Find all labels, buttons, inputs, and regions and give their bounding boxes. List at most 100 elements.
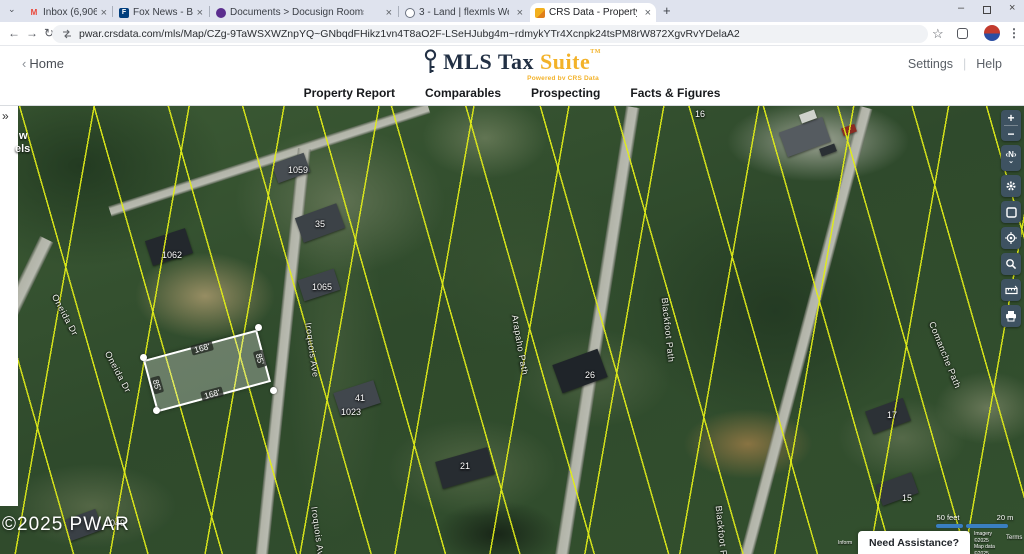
target-icon (1005, 232, 1017, 244)
draw-rectangle-button[interactable] (1001, 201, 1021, 223)
close-tab-icon[interactable]: × (517, 7, 523, 19)
browser-toolbar: ← → ↻ pwar.crsdata.com/mls/Map/CZg-9TaWS… (0, 22, 1024, 46)
tab-crs-data-active[interactable]: CRS Data - Property Map for In × (530, 3, 656, 22)
zoom-out-button[interactable]: − (1001, 126, 1021, 141)
tab-divider (112, 6, 113, 17)
parcel-corner-dot (140, 354, 147, 361)
parcel-number: 1059 (288, 165, 308, 175)
compass-caret-icon: ⌄ (1008, 158, 1014, 165)
window-close-button[interactable]: × (1009, 2, 1015, 14)
close-tab-icon[interactable]: × (197, 7, 203, 19)
docusign-icon (216, 8, 226, 18)
tab-docusign[interactable]: Documents > Docusign Rooms × (211, 3, 397, 22)
key-icon (423, 49, 438, 75)
need-assistance-button[interactable]: Need Assistance? (858, 531, 970, 554)
map-settings-button[interactable] (1001, 175, 1021, 197)
ruler-icon (1005, 285, 1018, 296)
attribution-line: Map data ©2025 (974, 544, 1004, 554)
mls-tax-suite-logo: MLS Tax SuiteTMPowered by CRS Data (0, 49, 1024, 75)
logo-wordmark: MLS Tax SuiteTMPowered by CRS Data (443, 49, 601, 75)
print-button[interactable] (1001, 305, 1021, 327)
forward-icon[interactable]: → (26, 26, 38, 40)
logo-suite: Suite (540, 49, 590, 74)
parcel-number: 16 (695, 109, 705, 119)
window-maximize-button[interactable] (983, 6, 991, 14)
parcel-number: 41 (355, 393, 365, 403)
header-divider: | (963, 57, 966, 71)
parcel-number: 1065 (312, 282, 332, 292)
expand-panel-icon[interactable]: » (2, 109, 9, 123)
radius-tool-button[interactable] (1001, 227, 1021, 249)
flexmls-icon (405, 8, 415, 18)
close-tab-icon[interactable]: × (386, 7, 392, 19)
fox-news-icon: F (119, 8, 129, 18)
back-icon[interactable]: ← (8, 26, 20, 40)
browser-tab-strip: ⌄ M Inbox (6,906) - dave@lakeregi × F Fo… (0, 0, 1024, 22)
window-minimize-button[interactable]: – (958, 2, 964, 14)
tab-title: Documents > Docusign Rooms (230, 7, 364, 18)
need-assistance-label: Need Assistance? (869, 537, 959, 549)
scale-meters-label: 20 m (997, 513, 1014, 522)
parcel-number: 26 (585, 370, 595, 380)
site-permissions-icon (62, 29, 72, 39)
gear-icon (1005, 180, 1017, 192)
app-header: ‹Home MLS Tax SuiteTMPowered by CRS Data… (0, 46, 1024, 80)
crs-data-icon (535, 8, 545, 18)
tab-title: Inbox (6,906) - dave@lakeregi (43, 7, 97, 18)
tab-divider (398, 6, 399, 17)
parcel-number: 15 (902, 493, 912, 503)
header-right: Settings | Help (908, 57, 1002, 71)
tab-flexmls[interactable]: 3 - Land | flexmls Web × (400, 3, 528, 22)
rectangle-select-icon (1006, 207, 1017, 218)
search-icon (1005, 258, 1017, 270)
menu-dots-icon[interactable]: ⋮ (1008, 26, 1020, 40)
parcel-corner-dot (270, 387, 277, 394)
compass-button[interactable]: ‹N› ⌄ (1001, 145, 1021, 171)
scale-bar-meters (966, 524, 1008, 528)
tab-divider (209, 6, 210, 17)
help-link[interactable]: Help (976, 57, 1002, 71)
bookmark-star-icon[interactable]: ☆ (932, 26, 944, 42)
clipped-map-label: els (15, 143, 30, 155)
tab-search-chevron-icon[interactable]: ⌄ (8, 4, 16, 15)
tab-title: 3 - Land | flexmls Web (419, 7, 509, 18)
parcel-number: 1023 (341, 407, 361, 417)
map-search-button[interactable] (1001, 253, 1021, 275)
profile-avatar[interactable] (984, 25, 1000, 41)
tab-title: CRS Data - Property Map for In (549, 7, 637, 18)
app-nav: Property Report Comparables Prospecting … (0, 80, 1024, 106)
tab-gmail[interactable]: M Inbox (6,906) - dave@lakeregi × (24, 3, 112, 22)
clipped-map-label: w (19, 130, 28, 142)
parcel-number: 1062 (162, 250, 182, 260)
nav-comparables[interactable]: Comparables (425, 86, 501, 100)
nav-facts-figures[interactable]: Facts & Figures (630, 86, 720, 100)
parcel-corner-dot (255, 324, 262, 331)
map-controls: + − ‹N› ⌄ (1001, 110, 1022, 327)
terms-link[interactable]: Terms (1006, 535, 1022, 543)
nav-prospecting[interactable]: Prospecting (531, 86, 600, 100)
printer-icon (1005, 310, 1017, 322)
scale-bar-feet (936, 524, 963, 528)
parcel-number: 17 (887, 410, 897, 420)
logo-tm: TM (590, 49, 601, 55)
new-tab-button[interactable]: + (663, 3, 671, 18)
nav-property-report[interactable]: Property Report (304, 86, 395, 100)
map-attribution: Imagery ©2025 Map data ©2025 (974, 531, 1004, 554)
zoom-in-button[interactable]: + (1001, 110, 1021, 125)
gmail-icon: M (29, 8, 39, 18)
tab-title: Fox News - Breaking News Upd (133, 7, 193, 18)
measure-button[interactable] (1001, 279, 1021, 301)
attribution-line: Imagery ©2025 (974, 531, 1004, 544)
settings-link[interactable]: Settings (908, 57, 953, 71)
close-tab-icon[interactable]: × (645, 7, 651, 19)
attribution-fragment: Inform (838, 540, 852, 547)
tab-groups-icon[interactable] (957, 28, 968, 39)
collapsed-side-panel: » (0, 106, 18, 506)
scale-feet-label: 50 feet (937, 513, 960, 522)
map-canvas[interactable]: 168' 168' 85' 85' 16 1059 35 1062 1065 4… (0, 106, 1024, 554)
address-bar[interactable]: pwar.crsdata.com/mls/Map/CZg-9TaWSXWZnpY… (52, 25, 928, 43)
logo-mls-tax: MLS Tax (443, 49, 540, 74)
close-tab-icon[interactable]: × (101, 7, 107, 19)
tab-fox-news[interactable]: F Fox News - Breaking News Upd × (114, 3, 208, 22)
zoom-control: + − (1001, 110, 1021, 141)
